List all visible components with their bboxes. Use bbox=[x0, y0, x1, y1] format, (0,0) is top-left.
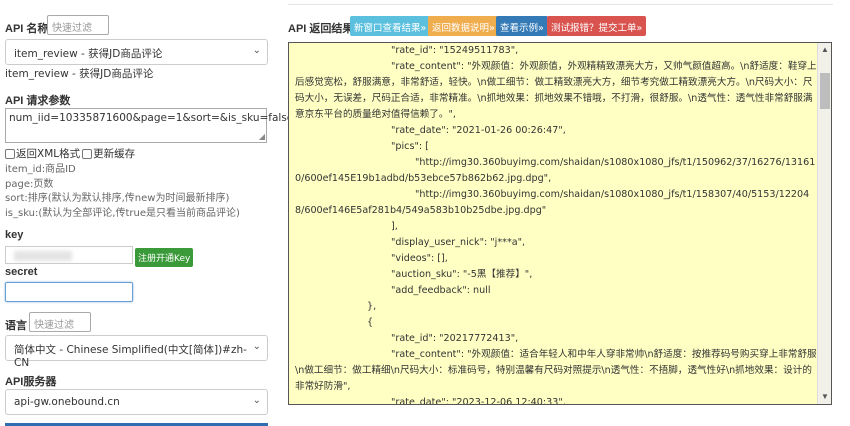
api-select[interactable]: item_review - 获得JD商品评论 ⌄ bbox=[5, 39, 268, 65]
left-panel: API 名称 快速过滤 item_review - 获得JD商品评论 ⌄ ite… bbox=[5, 0, 293, 426]
json-line: "http://img30.360buyimg.com/shaidan/s108… bbox=[295, 157, 816, 184]
json-code: "rate_id": "15249511783", "rate_content":… bbox=[295, 43, 817, 405]
chevron-down-icon: ⌄ bbox=[252, 395, 261, 406]
chevron-down-icon: ⌄ bbox=[252, 341, 261, 352]
param-help-line: sort:排序(默认为默认排序,传new为时间最新排序) bbox=[5, 193, 230, 204]
data-description-button[interactable]: 返回数据说明» bbox=[428, 16, 499, 36]
scroll-thumb[interactable] bbox=[820, 73, 830, 109]
param-help-line: is_sku:(默认为全部评论,传true是只看当前商品评论) bbox=[5, 207, 240, 219]
json-line: }, bbox=[367, 301, 377, 312]
json-line: "add_feedback": null bbox=[391, 285, 491, 296]
param-help-line: page:页数 bbox=[5, 178, 54, 190]
refresh-cache-checkbox[interactable] bbox=[82, 148, 93, 159]
server-select-value: api-gw.onebound.cn bbox=[14, 396, 120, 408]
secret-input[interactable] bbox=[5, 282, 133, 302]
json-line: "rate_date": "2023-12-06 12:40:33", bbox=[391, 397, 566, 405]
json-line: ], bbox=[391, 221, 398, 232]
json-line: { bbox=[367, 317, 374, 328]
json-line: "rate_id": "15249511783", bbox=[391, 45, 519, 56]
result-output-area[interactable]: "rate_id": "15249511783", "rate_content":… bbox=[288, 42, 832, 405]
scroll-down-icon[interactable]: ▼ bbox=[818, 390, 831, 404]
xml-format-label: 返回XML格式 bbox=[16, 148, 81, 160]
request-params-textarea[interactable]: num_iid=10335871600&page=1&sort=&is_sku=… bbox=[5, 108, 293, 143]
view-example-button[interactable]: 查看示例» bbox=[496, 16, 548, 36]
api-select-value: item_review - 获得JD商品评论 bbox=[14, 48, 163, 60]
language-select[interactable]: 简体中文 - Chinese Simplified(中文[简体])#zh-CN … bbox=[5, 335, 268, 369]
open-new-window-button[interactable]: 新窗口查看结果» bbox=[350, 16, 431, 36]
request-params-value: num_iid=10335871600&page=1&sort=&is_sku=… bbox=[9, 112, 294, 124]
json-line: "rate_date": "2021-01-26 00:26:47", bbox=[391, 125, 566, 136]
register-key-button[interactable]: 注册开通Key bbox=[135, 248, 194, 267]
server-label: API服务器 bbox=[5, 376, 57, 388]
param-help: item_id:商品ID page:页数 sort:排序(默认为默认排序,传ne… bbox=[5, 163, 240, 221]
redacted-key bbox=[14, 251, 72, 261]
json-line: "auction_sku": "-5黑【推荐】", bbox=[391, 269, 533, 280]
server-select[interactable]: api-gw.onebound.cn ⌄ bbox=[5, 389, 268, 415]
json-line: "rate_id": "20217772413", bbox=[391, 333, 519, 344]
api-name-label: API 名称 bbox=[5, 23, 49, 35]
json-line: "videos": [], bbox=[391, 253, 448, 264]
scroll-up-icon[interactable]: ▲ bbox=[818, 43, 831, 57]
api-filter-input[interactable]: 快速过滤 bbox=[47, 15, 109, 35]
vertical-scrollbar[interactable]: ▲ ▼ bbox=[817, 43, 831, 404]
chevron-down-icon: ⌄ bbox=[252, 45, 261, 56]
json-line: "display_user_nick": "j***a", bbox=[391, 237, 526, 248]
json-line: "rate_content": "外观颜值：适合年轻人和中年人穿非常帅\n舒适度… bbox=[295, 349, 817, 392]
api-selected-text: item_review - 获得JD商品评论 bbox=[5, 68, 154, 80]
param-help-line: item_id:商品ID bbox=[5, 164, 76, 175]
language-filter-input[interactable]: 快速过滤 bbox=[29, 312, 91, 332]
result-label: API 返回结果 bbox=[288, 23, 354, 35]
language-select-value: 简体中文 - Chinese Simplified(中文[简体])#zh-CN bbox=[14, 344, 247, 369]
json-line: "pics": [ bbox=[391, 141, 429, 152]
request-params-label: API 请求参数 bbox=[5, 95, 71, 107]
xml-format-checkbox[interactable]: 返回XML格式 更新缓存 bbox=[5, 146, 135, 161]
report-error-button[interactable]: 测试报错？提交工单» bbox=[547, 16, 647, 36]
key-input[interactable] bbox=[5, 246, 133, 264]
language-label: 语言 bbox=[5, 320, 27, 332]
result-panel: API 返回结果 新窗口查看结果» 返回数据说明» 查看示例» 测试报错？提交工… bbox=[288, 0, 833, 426]
json-line: "rate_content": "外观颜值：外观颜值，外观精精致漂亮大方，又帅气… bbox=[295, 61, 817, 120]
json-line: "http://img30.360buyimg.com/shaidan/s108… bbox=[295, 189, 810, 216]
checkbox-icon[interactable] bbox=[5, 148, 15, 159]
resize-handle-icon[interactable]: ◢ bbox=[259, 132, 265, 141]
key-label: key bbox=[5, 229, 24, 241]
secret-label: secret bbox=[5, 266, 38, 278]
refresh-cache-label: 更新缓存 bbox=[93, 148, 136, 160]
